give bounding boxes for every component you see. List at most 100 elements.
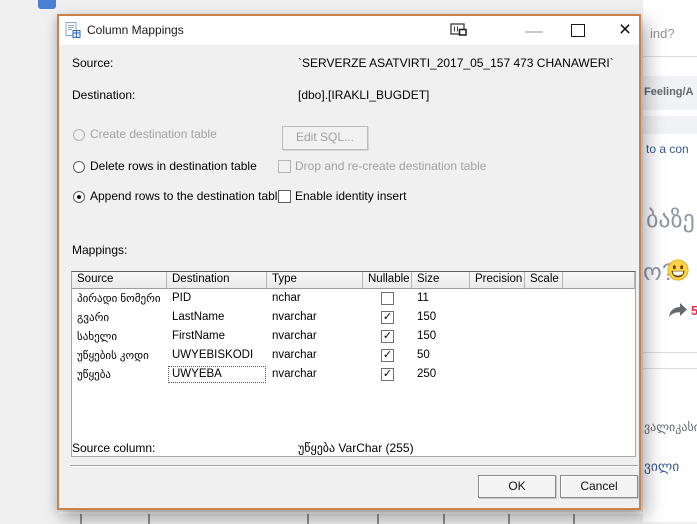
minimize-icon [525,31,543,33]
cancel-button[interactable]: Cancel [560,475,638,498]
column-mappings-dialog: Column Mappings × Source: `SERVERZE ASAT… [57,14,641,510]
cell-destination[interactable]: PID [167,289,267,308]
cell-scale[interactable] [525,289,563,308]
header-scale: Scale [525,272,563,289]
table-row: სახელი FirstName nvarchar 150 [72,327,635,346]
dialog-app-icon [65,22,81,38]
nullable-checkbox[interactable] [381,292,394,305]
ok-button[interactable]: OK [478,475,556,498]
delete-rows-radio[interactable] [73,161,85,173]
grinning-emoji-icon [667,259,689,281]
cell-size[interactable]: 50 [412,346,470,365]
cell-filler [563,327,635,346]
header-source: Source [72,272,167,289]
identity-insert-label: Enable identity insert [295,189,406,203]
cell-precision[interactable] [470,289,525,308]
cell-size[interactable]: 11 [412,289,470,308]
cell-destination[interactable]: FirstName [167,327,267,346]
cell-type[interactable]: nvarchar [267,365,363,384]
mappings-grid: Source Destination Type Nullable Size Pr… [71,271,636,457]
cell-source[interactable]: უწყების კოდი [72,346,167,365]
maximize-icon [571,24,585,37]
cell-source[interactable]: გვარი [72,308,167,327]
cell-filler [563,308,635,327]
composer-placeholder-fragment[interactable]: ind? [650,26,675,41]
identity-insert-checkbox[interactable] [278,190,291,203]
cell-scale[interactable] [525,365,563,384]
cell-size[interactable]: 150 [412,327,470,346]
source-value: `SERVERZE ASATVIRTI_2017_05_157 473 CHAN… [298,56,614,70]
cell-destination-selected[interactable]: UWYEBA [167,365,267,384]
cell-type[interactable]: nchar [267,289,363,308]
header-destination: Destination [167,272,267,289]
cell-filler [563,289,635,308]
screen: ind? Feeling/A to a con ბაზე ო? 5 ვალიკა… [0,0,697,522]
cell-precision[interactable] [470,327,525,346]
footer-divider [70,465,638,467]
header-filler [563,272,635,289]
cell-filler [563,365,635,384]
source-column-value: უწყება VarChar (255) [298,441,414,455]
share-icon[interactable] [668,302,688,318]
name-fragment: ვალიკასი [644,420,697,434]
destination-value: [dbo].[IRAKLI_BUGDET] [298,88,429,102]
divider [643,352,697,353]
nullable-checkbox[interactable] [381,311,394,324]
header-precision: Precision [470,272,525,289]
cell-source[interactable]: პირადი ნომერი [72,289,167,308]
cell-source[interactable]: უწყება [72,365,167,384]
table-row: გვარი LastName nvarchar 150 [72,308,635,327]
link-fragment[interactable]: ვილი [644,459,679,475]
cell-size[interactable]: 150 [412,308,470,327]
drop-recreate-label: Drop and re-create destination table [295,159,486,173]
nullable-checkbox[interactable] [381,330,394,343]
cell-destination[interactable]: LastName [167,308,267,327]
share-count-fragment: 5 [691,303,697,318]
occluded-window-fragment [38,0,56,9]
cell-scale[interactable] [525,346,563,365]
comment-link-fragment[interactable]: to a con [646,142,689,156]
create-table-label: Create destination table [90,127,217,141]
background-webpage-sliver: ind? Feeling/A to a con ბაზე ო? 5 ვალიკა… [643,0,697,522]
nullable-checkbox[interactable] [381,349,394,362]
cell-size[interactable]: 250 [412,365,470,384]
dialog-body: Source: `SERVERZE ASATVIRTI_2017_05_157 … [59,45,639,508]
grid-header-row: Source Destination Type Nullable Size Pr… [72,272,635,289]
append-rows-label: Append rows to the destination table [90,189,284,203]
create-table-radio[interactable] [73,129,85,141]
edit-sql-button[interactable]: Edit SQL... [282,126,368,150]
cell-scale[interactable] [525,308,563,327]
table-row: უწყების კოდი UWYEBISKODI nvarchar 50 [72,346,635,365]
cell-type[interactable]: nvarchar [267,346,363,365]
parent-grid-fragment [59,512,643,522]
cell-scale[interactable] [525,327,563,346]
table-row: პირადი ნომერი PID nchar 11 [72,289,635,308]
divider [643,56,697,57]
append-rows-radio[interactable] [73,191,85,203]
nullable-checkbox[interactable] [381,368,394,381]
mappings-label: Mappings: [72,243,127,257]
header-nullable: Nullable [363,272,412,289]
cell-precision[interactable] [470,346,525,365]
cell-precision[interactable] [470,365,525,384]
cell-type[interactable]: nvarchar [267,327,363,346]
header-size: Size [412,272,470,289]
maximize-button[interactable] [567,16,591,45]
cell-type[interactable]: nvarchar [267,308,363,327]
minimize-button[interactable] [523,16,547,45]
source-column-label: Source column: [72,441,155,455]
delete-rows-label: Delete rows in destination table [90,159,257,173]
source-label: Source: [72,56,113,70]
destination-label: Destination: [72,88,135,102]
cell-source[interactable]: სახელი [72,327,167,346]
close-button[interactable]: × [611,16,639,45]
drop-recreate-checkbox[interactable] [278,160,291,173]
cell-precision[interactable] [470,308,525,327]
table-row: უწყება UWYEBA nvarchar 250 [72,365,635,384]
cell-destination[interactable]: UWYEBISKODI [167,346,267,365]
status-text-line1: ბაზე [646,205,695,234]
dialog-titlebar[interactable]: Column Mappings × [59,16,639,45]
feedback-window-icon[interactable] [450,23,468,38]
dialog-title: Column Mappings [87,16,184,45]
feeling-activity-fragment[interactable]: Feeling/A [644,86,694,98]
